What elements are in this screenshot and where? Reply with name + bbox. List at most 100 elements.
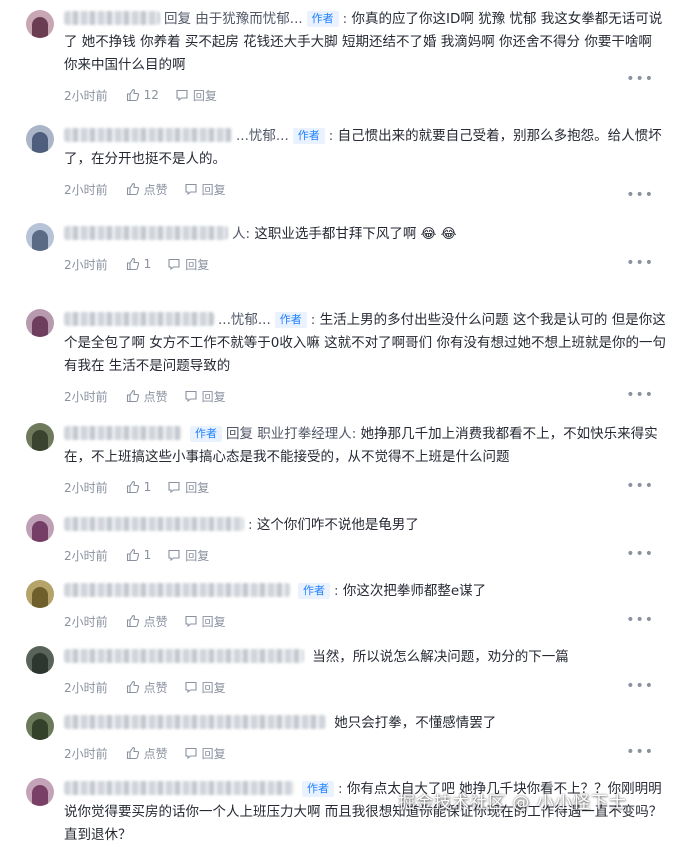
comment-item: 当然，所以说怎么解决问题，劝分的下一篇 2小时前 点赞 回复 ••• [0,646,688,698]
reply-button[interactable]: 回复 [167,479,209,496]
like-count: 点赞 [143,389,168,404]
comment-time: 2小时前 [64,548,108,563]
avatar[interactable] [26,423,54,451]
thumb-up-icon [126,182,139,196]
comment-text: 这职业选手都甘拜下风了啊 😂 😂 [254,226,457,242]
reply-target-name[interactable]: 人 [232,226,246,242]
more-options-icon[interactable]: ••• [626,744,654,760]
like-count: 1 [143,548,152,562]
comment-time: 2小时前 [64,746,108,761]
comment-time: 2小时前 [64,88,108,103]
reply-target-name[interactable]: ...忧郁... [218,312,271,328]
reply-button[interactable]: 回复 [184,181,226,198]
author-tag: 作者 [298,583,330,599]
reply-button[interactable]: 回复 [167,256,209,273]
comment-icon [185,183,197,196]
username-blurred[interactable] [64,649,304,663]
comment-content: 人: 这职业选手都甘拜下风了啊 😂 😂 [64,223,666,246]
more-options-icon[interactable]: ••• [626,255,654,271]
more-options-icon[interactable]: ••• [626,612,654,628]
username-blurred[interactable] [64,583,290,597]
comment-meta: 2小时前 12 回复 [64,84,666,106]
like-button[interactable]: 点赞 [126,388,168,405]
like-count: 点赞 [143,614,168,629]
username-blurred[interactable] [64,312,214,326]
avatar[interactable] [26,125,54,153]
comment-icon [176,89,188,102]
comment-content: 她只会打拳，不懂感情罢了 [64,712,666,735]
avatar[interactable] [26,712,54,740]
comment-time: 2小时前 [64,257,108,272]
avatar[interactable] [26,309,54,337]
reply-button[interactable]: 回复 [167,547,209,564]
username-blurred[interactable] [64,128,232,142]
reply-button[interactable]: 回复 [184,388,226,405]
username-blurred[interactable] [64,426,182,440]
username-blurred[interactable] [64,715,326,729]
like-button[interactable]: 1 [126,257,152,271]
author-tag: 作者 [274,312,307,328]
more-options-icon[interactable]: ••• [626,478,654,494]
comment-item: : 这个你们咋不说他是龟男了 2小时前 1 回复 ••• [0,514,688,566]
comment-icon [168,549,180,562]
username-blurred[interactable] [64,781,294,795]
more-options-icon[interactable]: ••• [626,387,654,403]
comment-time: 2小时前 [64,480,108,495]
comment-content: : 这个你们咋不说他是龟男了 [64,514,666,537]
reply-target-name[interactable]: 由于犹豫而忧郁... [195,11,302,27]
like-button[interactable]: 点赞 [126,181,168,198]
comment-item: ...忧郁... 作者: 自己惯出来的就要自己受着，别那么多抱怨。给人惯坏了，在分… [0,125,688,207]
reply-target-name[interactable]: ...忧郁... [236,128,289,144]
comment-item: 作者: 你这次把拳师都整e谋了 2小时前 点赞 回复 ••• [0,580,688,632]
comment-item: ...忧郁... 作者: 生活上男的多付出些没什么问题 这个我是认可的 但是你这个… [0,309,688,407]
like-button[interactable]: 点赞 [126,613,168,630]
reply-button[interactable]: 回复 [184,679,226,696]
comment-content: 作者 回复 职业打拳经理人: 她挣那几千加上消费我都看不上，不如快乐来得实在，不上… [64,426,658,465]
comment-time: 2小时前 [64,614,108,629]
avatar[interactable] [26,580,54,608]
reply-target-name[interactable]: 职业打拳经理人 [257,426,352,442]
comment-meta: 2小时前 1 回复 [64,544,666,566]
avatar[interactable] [26,778,54,806]
like-count: 12 [143,88,159,102]
avatar[interactable] [26,646,54,674]
more-options-icon[interactable]: ••• [626,546,654,562]
comment-content: ...忧郁... 作者: 生活上男的多付出些没什么问题 这个我是认可的 但是你这个… [64,312,666,374]
thumb-up-icon [126,746,139,760]
avatar[interactable] [26,223,54,251]
like-button[interactable]: 点赞 [126,679,168,696]
comment-time: 2小时前 [64,182,108,197]
comment-item: 人: 这职业选手都甘拜下风了啊 😂 😂 2小时前 1 回复 ••• [0,223,688,275]
like-button[interactable]: 12 [126,88,159,102]
reply-button[interactable]: 回复 [184,745,226,762]
comment-icon [185,390,197,403]
reply-button[interactable]: 回复 [175,87,217,104]
author-tag: 作者 [306,11,339,27]
comment-content: 作者: 你这次把拳师都整e谋了 [64,580,666,603]
more-options-icon[interactable]: ••• [626,678,654,694]
watermark: 掘金技术社区 @ 小小怪下士 [398,793,627,813]
thumb-up-icon [126,88,139,102]
comment-meta: 2小时前 点赞 回复 [64,742,666,764]
more-options-icon[interactable]: ••• [626,71,654,87]
like-count: 点赞 [143,746,168,761]
comment-item: 她只会打拳，不懂感情罢了 2小时前 点赞 回复 ••• [0,712,688,764]
like-button[interactable]: 点赞 [126,745,168,762]
reply-button[interactable]: 回复 [184,613,226,630]
comment-meta: 2小时前 点赞 回复 [64,385,666,407]
comment-list: 回复 由于犹豫而忧郁... 作者: 你真的应了你这ID啊 犹豫 忧郁 我这女拳都无… [0,0,688,847]
more-options-icon[interactable]: ••• [626,187,654,203]
avatar[interactable] [26,514,54,542]
like-button[interactable]: 1 [126,548,152,562]
comment-icon [185,615,197,628]
username-blurred[interactable] [64,517,244,531]
avatar[interactable] [26,10,54,38]
username-blurred[interactable] [64,11,160,25]
comment-text: 当然，所以说怎么解决问题，劝分的下一篇 [312,649,569,665]
comment-time: 2小时前 [64,680,108,695]
comment-icon [185,747,197,760]
like-button[interactable]: 1 [126,480,151,494]
comment-meta: 2小时前 点赞 回复 [64,178,666,200]
like-count: 1 [143,257,152,271]
username-blurred[interactable] [64,226,228,240]
